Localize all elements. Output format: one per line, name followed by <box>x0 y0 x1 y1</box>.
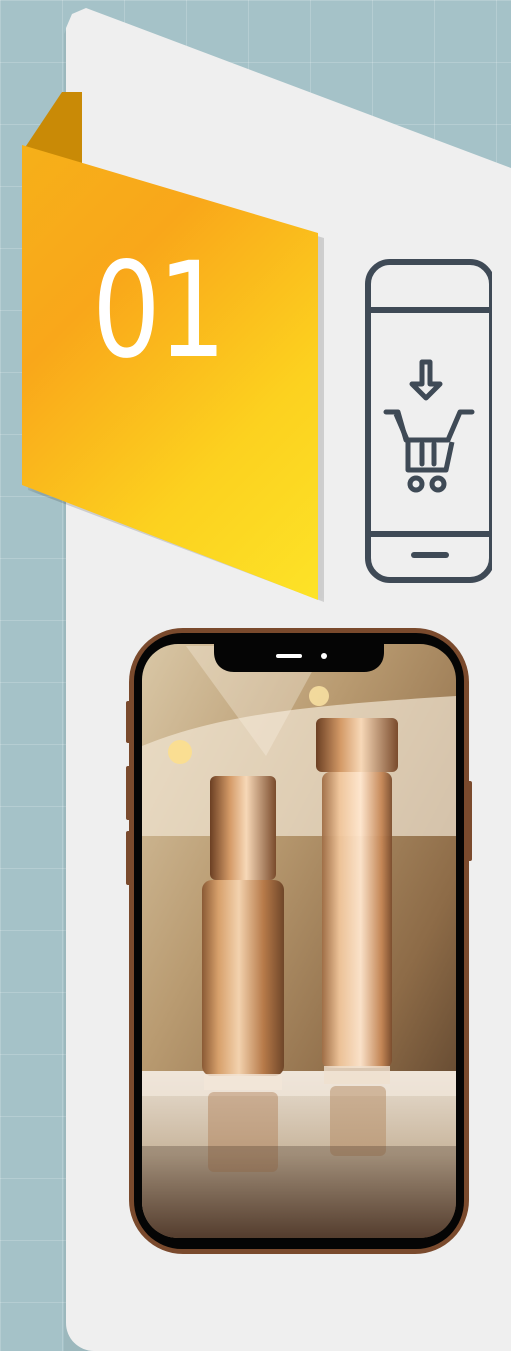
phone-mockup <box>126 626 472 1256</box>
mobile-shopping-cart-download-icon <box>364 258 495 584</box>
product-photo <box>142 644 456 1238</box>
step-number: 01 <box>92 234 226 388</box>
